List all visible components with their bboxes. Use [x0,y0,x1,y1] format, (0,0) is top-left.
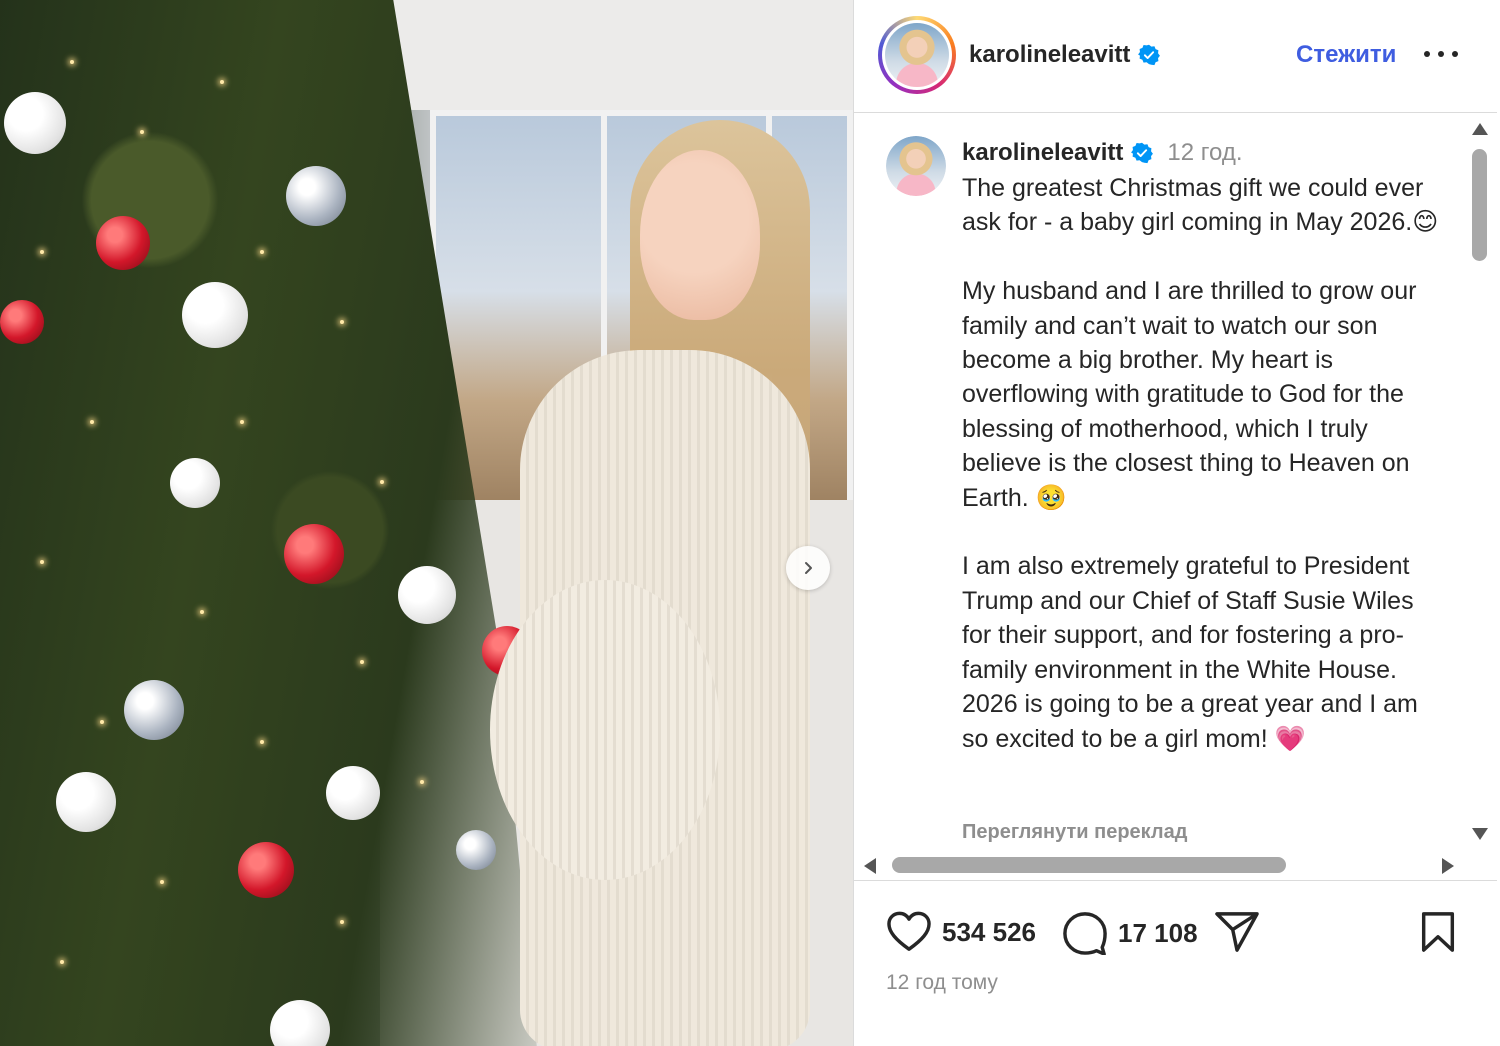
horizontal-scrollbar[interactable] [864,855,1464,877]
scroll-left-icon[interactable] [864,858,876,874]
caption-time[interactable]: 12 год. [1167,139,1242,167]
comment-icon [1063,912,1107,955]
translate-link[interactable]: Переглянути переклад [962,821,1187,844]
post-timestamp[interactable]: 12 год тому [886,971,998,995]
send-icon [1215,912,1259,952]
avatar [885,23,949,87]
post-side-panel: karolineleavitt Стежити karolineleavitt … [853,0,1500,1046]
action-bar: 534 526 17 108 12 год тому [854,880,1497,1046]
post-header: karolineleavitt Стежити [854,0,1497,113]
caption-header: karolineleavitt 12 год. [962,139,1243,167]
header-user: karolineleavitt [969,41,1161,69]
scroll-thumb[interactable] [1472,149,1487,261]
like-count[interactable]: 534 526 [942,917,1036,948]
verified-badge-icon [1131,142,1154,164]
caption-text: The greatest Christmas gift we could eve… [962,174,1439,753]
like-button[interactable]: 534 526 [886,911,1036,953]
avatar [886,136,946,196]
share-button[interactable] [1214,911,1260,953]
verified-badge-icon [1138,44,1161,66]
person [490,120,830,1046]
follow-button[interactable]: Стежити [1296,41,1396,69]
heart-icon [887,911,931,951]
scroll-right-icon[interactable] [1442,858,1454,874]
caption-username[interactable]: karolineleavitt [962,139,1123,167]
comment-count[interactable]: 17 108 [1118,918,1198,949]
scroll-thumb-horizontal[interactable] [892,857,1286,873]
scroll-up-icon[interactable] [1472,123,1488,135]
caption-avatar[interactable] [886,136,946,196]
more-options-button[interactable] [1424,40,1458,68]
carousel-next-button[interactable] [786,546,830,590]
scroll-down-icon[interactable] [1472,828,1488,840]
vertical-scrollbar[interactable] [1467,116,1491,856]
photo-wall [380,0,853,110]
more-options-icon [1424,51,1430,57]
save-button[interactable] [1419,911,1457,953]
bookmark-icon [1421,912,1455,952]
caption-scroll-area[interactable]: karolineleavitt 12 год. The greatest Chr… [854,114,1497,854]
comment-button[interactable]: 17 108 [1062,911,1198,955]
story-avatar[interactable] [878,16,956,94]
post-photo [0,0,853,1046]
header-username[interactable]: karolineleavitt [969,41,1130,69]
chevron-right-icon [805,562,812,574]
